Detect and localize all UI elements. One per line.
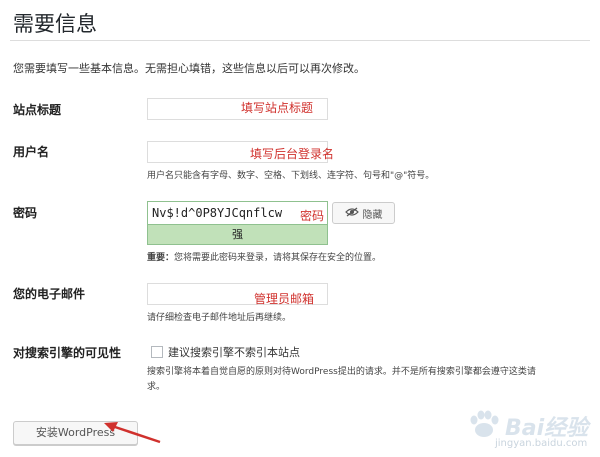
page-title: 需要信息 — [13, 12, 97, 36]
password-hint-important: 重要： — [147, 253, 175, 263]
username-annotation: 填写后台登录名 — [250, 147, 335, 161]
eye-slash-icon — [344, 207, 359, 220]
visibility-checkbox[interactable] — [151, 346, 163, 358]
password-annotation: 密码 — [300, 209, 325, 223]
visibility-label: 对搜索引擎的可见性 — [13, 346, 122, 360]
baidu-watermark: Bai经验 jingyan.baidu.com — [465, 408, 600, 457]
email-hint: 请仔细检查电子邮件地址后再继续。 — [147, 313, 292, 323]
arrow-annotation-icon — [104, 422, 161, 444]
password-hint: 重要：您将需要此密码来登录，请将其保存在安全的位置。 — [147, 250, 381, 263]
watermark-subtext: jingyan.baidu.com — [495, 438, 588, 449]
password-label: 密码 — [13, 206, 38, 220]
visibility-checkbox-label[interactable]: 建议搜索引擎不索引本站点 — [168, 344, 300, 360]
visibility-hint-line2: 求。 — [147, 382, 166, 392]
password-hint-text: 您将需要此密码来登录，请将其保存在安全的位置。 — [174, 253, 382, 263]
intro-text: 您需要填写一些基本信息。无需担心填错，这些信息以后可以再次修改。 — [13, 62, 365, 75]
site-title-label: 站点标题 — [13, 103, 62, 117]
paw-logo-icon — [470, 410, 499, 437]
hide-button-label: 隐藏 — [362, 209, 383, 221]
username-hint: 用户名只能含有字母、数字、空格、下划线、连字符、句号和"@"符号。 — [147, 171, 435, 181]
title-divider — [10, 40, 590, 41]
hide-password-button[interactable]: 隐藏 — [332, 202, 395, 224]
password-strength-meter: 强 — [147, 224, 328, 245]
visibility-hint-line1: 搜索引擎将本着自觉自愿的原则对待WordPress提出的请求。并不是所有搜索引擎… — [147, 367, 536, 377]
username-label: 用户名 — [13, 145, 50, 159]
email-annotation: 管理员邮箱 — [254, 292, 315, 306]
site-title-annotation: 填写站点标题 — [241, 101, 314, 115]
email-label: 您的电子邮件 — [13, 287, 86, 301]
